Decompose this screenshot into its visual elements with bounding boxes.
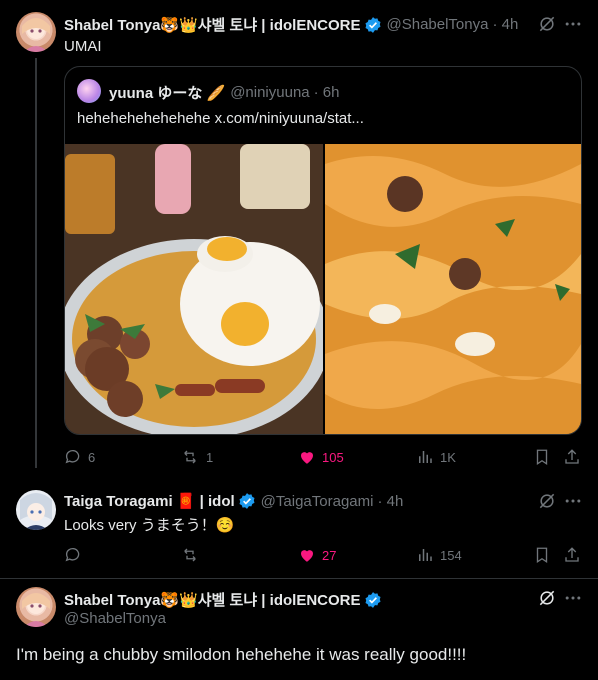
grok-icon[interactable] — [537, 588, 557, 608]
more-options-icon[interactable] — [563, 491, 583, 511]
author-handle[interactable]: @ShabelTonya — [387, 16, 489, 33]
author-name[interactable]: Shabel Tonya🐯👑샤벨 토냐 | idolENCORE — [64, 589, 361, 610]
avatar[interactable] — [16, 587, 56, 627]
reply-count: 6 — [88, 449, 96, 465]
retweet-icon — [184, 548, 196, 562]
tweet-text: Looks very うまそう！☺️ — [64, 517, 235, 534]
reply-button[interactable] — [64, 546, 88, 564]
avatar-illustration — [20, 493, 52, 530]
quote-author-name[interactable]: yuuna ゆーな 🥖 — [109, 82, 225, 103]
like-button[interactable]: 105 — [298, 448, 344, 466]
food-photo-2[interactable] — [325, 144, 581, 434]
author-name[interactable]: Shabel Tonya🐯👑샤벨 토냐 | idolENCORE — [64, 14, 361, 35]
heart-filled-icon — [301, 452, 313, 464]
quote-tweet-card[interactable]: yuuna ゆーな 🥖 @niniyuuna · 6h hehehehehehe… — [64, 66, 582, 435]
views-count: 154 — [440, 547, 462, 563]
food-photo-2-drawing — [325, 144, 581, 434]
reply-icon — [65, 547, 80, 562]
quote-timestamp[interactable]: · 6h — [314, 84, 340, 101]
like-count: 27 — [322, 547, 337, 563]
verified-badge-icon — [365, 591, 380, 608]
quote-text: hehehehehehehehe x.com/niniyuuna/stat... — [77, 110, 364, 127]
bookmark-icon[interactable] — [533, 448, 551, 466]
views-button[interactable]: 154 — [416, 546, 462, 564]
grok-icon[interactable] — [537, 491, 557, 511]
avatar[interactable] — [16, 12, 56, 52]
views-icon — [419, 549, 432, 561]
views-count: 1K — [440, 449, 456, 465]
author-handle[interactable]: @ShabelTonya — [64, 610, 166, 627]
retweet-icon — [184, 450, 196, 464]
heart-filled-icon — [301, 550, 313, 562]
verified-badge-icon — [239, 493, 255, 509]
tweet-text: UMAI — [64, 38, 102, 55]
more-options-icon[interactable] — [563, 588, 583, 608]
timestamp[interactable]: · 4h — [492, 16, 518, 33]
reply-button[interactable]: 6 — [64, 448, 95, 466]
like-button[interactable]: 27 — [298, 546, 336, 564]
grok-icon[interactable] — [537, 14, 557, 34]
avatar[interactable] — [16, 490, 56, 530]
share-icon[interactable] — [563, 448, 581, 466]
timestamp[interactable]: · 4h — [377, 493, 403, 510]
avatar-illustration — [22, 593, 50, 627]
reply-icon — [65, 449, 80, 464]
thread-line — [35, 58, 37, 468]
quote-avatar[interactable] — [77, 79, 101, 103]
food-photo-1-drawing — [65, 144, 323, 434]
retweet-button[interactable]: 1 — [180, 448, 213, 466]
author-name[interactable]: Taiga Toragami 🧧 | idol — [64, 492, 235, 510]
views-button[interactable]: 1K — [416, 448, 456, 466]
retweet-button[interactable] — [180, 546, 206, 564]
quote-author-handle[interactable]: @niniyuuna — [230, 84, 309, 101]
bookmark-icon[interactable] — [533, 546, 551, 564]
like-count: 105 — [322, 449, 344, 465]
avatar-illustration — [22, 18, 50, 52]
divider — [0, 578, 598, 579]
food-photo-1[interactable] — [65, 144, 323, 434]
verified-badge-icon — [365, 16, 380, 33]
author-handle[interactable]: @TaigaToragami — [261, 493, 374, 510]
share-icon[interactable] — [563, 546, 581, 564]
tweet-text: I'm being a chubby smilodon hehehehe it … — [16, 645, 467, 664]
more-options-icon[interactable] — [563, 14, 583, 34]
views-icon — [419, 451, 432, 463]
retweet-count: 1 — [206, 449, 214, 465]
